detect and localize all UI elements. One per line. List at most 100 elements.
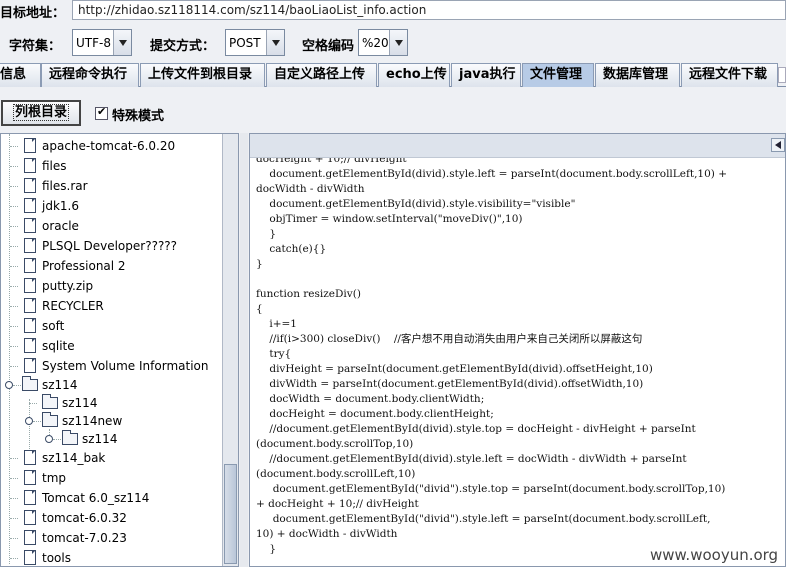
tree-item[interactable]: RECYCLER: [1, 296, 223, 316]
chevron-down-icon: [389, 30, 407, 55]
tree-item-label: files.rar: [42, 179, 88, 193]
tree-item[interactable]: System Volume Information: [1, 356, 223, 376]
tree-item[interactable]: putty.zip: [1, 276, 223, 296]
code-line: docHeight + 10;// divHeight: [256, 158, 407, 165]
code-line: }: [256, 543, 277, 555]
tab-upload-root[interactable]: 上传文件到根目录: [140, 63, 265, 87]
tree-item[interactable]: soft: [1, 316, 223, 336]
file-icon: [24, 530, 36, 545]
file-icon: [24, 158, 36, 173]
code-line: document.getElementById("divid").style.l…: [256, 513, 711, 525]
code-line: }: [256, 258, 263, 270]
folder-icon: [42, 394, 58, 409]
tree-item[interactable]: sqlite: [1, 336, 223, 356]
tree-item-label: sz114: [42, 378, 78, 392]
toolbar: 列根目录 特殊模式: [0, 88, 786, 132]
code-viewer[interactable]: docHeight + 10;// divHeight document.get…: [250, 158, 785, 566]
tree-item[interactable]: oracle: [1, 216, 223, 236]
charset-select[interactable]: UTF-8: [72, 29, 132, 56]
space-encoding-value: %20: [362, 36, 389, 50]
code-line: //document.getElementById(divid).style.l…: [256, 453, 687, 465]
tree-item[interactable]: Professional 2: [1, 256, 223, 276]
list-root-button[interactable]: 列根目录: [1, 100, 81, 126]
code-line: divHeight = parseInt(document.getElement…: [256, 363, 653, 375]
tree-item-label: sz114: [82, 432, 118, 446]
scroll-left-icon[interactable]: [771, 138, 785, 152]
file-icon: [24, 138, 36, 153]
folder-icon: [42, 412, 58, 427]
options-row: 字符集： UTF-8 提交方式： POST 空格编码 %20: [0, 26, 786, 60]
tree-item-label: tools: [42, 551, 71, 565]
code-line: try{: [256, 348, 292, 360]
tab-info[interactable]: 信息: [0, 63, 41, 87]
tree-item-label: Professional 2: [42, 259, 126, 273]
tab-scroll-button[interactable]: [778, 67, 786, 83]
tree-item-label: putty.zip: [42, 279, 94, 293]
method-value: POST: [229, 36, 261, 50]
folder-icon: [22, 376, 38, 391]
folder-icon: [62, 430, 78, 445]
file-icon: [24, 470, 36, 485]
code-line: document.getElementById(divid).style.lef…: [256, 168, 728, 180]
file-icon: [24, 198, 36, 213]
file-content-panel: docHeight + 10;// divHeight document.get…: [249, 133, 786, 567]
method-select[interactable]: POST: [225, 29, 285, 56]
chevron-down-icon: [266, 30, 284, 55]
tree-item-label: RECYCLER: [42, 299, 104, 313]
tree-item[interactable]: tomcat-6.0.32: [1, 508, 223, 528]
tree-item[interactable]: files.rar: [1, 176, 223, 196]
split-divider[interactable]: [240, 133, 248, 567]
file-icon: [24, 298, 36, 313]
target-url-input[interactable]: http://zhidao.sz118114.com/sz114/baoLiao…: [72, 0, 786, 20]
tree-item-label: oracle: [42, 219, 79, 233]
tab-database-manager[interactable]: 数据库管理: [595, 63, 680, 87]
tab-custom-path-upload[interactable]: 自定义路径上传: [266, 63, 377, 87]
tree-item[interactable]: PLSQL Developer?????: [1, 236, 223, 256]
special-mode-checkbox[interactable]: [95, 105, 108, 120]
charset-label: 字符集：: [9, 39, 62, 54]
space-encoding-select[interactable]: %20: [358, 29, 408, 56]
tree-item-expanded[interactable]: sz114new: [1, 411, 223, 431]
expander-icon[interactable]: [5, 381, 13, 389]
watermark: www.wooyun.org: [650, 546, 779, 564]
tree-item[interactable]: tools: [1, 548, 223, 566]
file-icon: [24, 338, 36, 353]
code-line: catch(e){}: [256, 243, 327, 255]
code-line: //if(i>300) closeDiv() //客户想不用自动消失由用户来自己…: [256, 333, 643, 345]
url-row: 目标地址： http://zhidao.sz118114.com/sz114/b…: [0, 0, 786, 24]
tab-java-exec[interactable]: java执行: [451, 63, 521, 87]
tree-item-label: tomcat-6.0.32: [42, 511, 127, 525]
code-line: + docHeight + 10;// divHeight: [256, 498, 419, 510]
chevron-down-icon: [113, 30, 131, 55]
tree-item[interactable]: tmp: [1, 468, 223, 488]
tree-item[interactable]: jdk1.6: [1, 196, 223, 216]
tree-item[interactable]: tomcat-7.0.23: [1, 528, 223, 548]
tab-remote-command[interactable]: 远程命令执行: [41, 63, 139, 87]
code-line: //document.getElementById(divid).style.t…: [256, 423, 696, 435]
tree-item[interactable]: apache-tomcat-6.0.20: [1, 136, 223, 156]
file-icon: [24, 258, 36, 273]
tree-item-label: soft: [42, 319, 65, 333]
tree-scrollbar[interactable]: [222, 134, 238, 566]
code-line: (document.body.scrollLeft,10): [256, 468, 416, 480]
tab-file-manager[interactable]: 文件管理: [522, 63, 594, 87]
tab-echo-upload[interactable]: echo上传: [378, 63, 450, 87]
tree-item-label: files: [42, 159, 67, 173]
file-icon: [24, 178, 36, 193]
file-icon: [24, 278, 36, 293]
tree-item[interactable]: Tomcat 6.0_sz114: [1, 488, 223, 508]
method-label: 提交方式：: [150, 39, 216, 54]
url-label: 目标地址：: [0, 6, 66, 21]
tree-item[interactable]: sz114: [1, 393, 223, 413]
space-encoding-label: 空格编码: [302, 39, 355, 54]
expander-icon[interactable]: [45, 435, 53, 443]
tree-item-expanded[interactable]: sz114: [1, 375, 223, 395]
tree-item-label: sz114new: [62, 414, 123, 428]
tree-item[interactable]: sz114_bak: [1, 448, 223, 468]
tree-scrollbar-thumb[interactable]: [224, 464, 237, 564]
tree-item[interactable]: sz114: [1, 429, 223, 449]
tree-item[interactable]: files: [1, 156, 223, 176]
tree-item-label: tmp: [42, 471, 67, 485]
expander-icon[interactable]: [25, 417, 33, 425]
tab-remote-download[interactable]: 远程文件下载: [681, 63, 778, 87]
